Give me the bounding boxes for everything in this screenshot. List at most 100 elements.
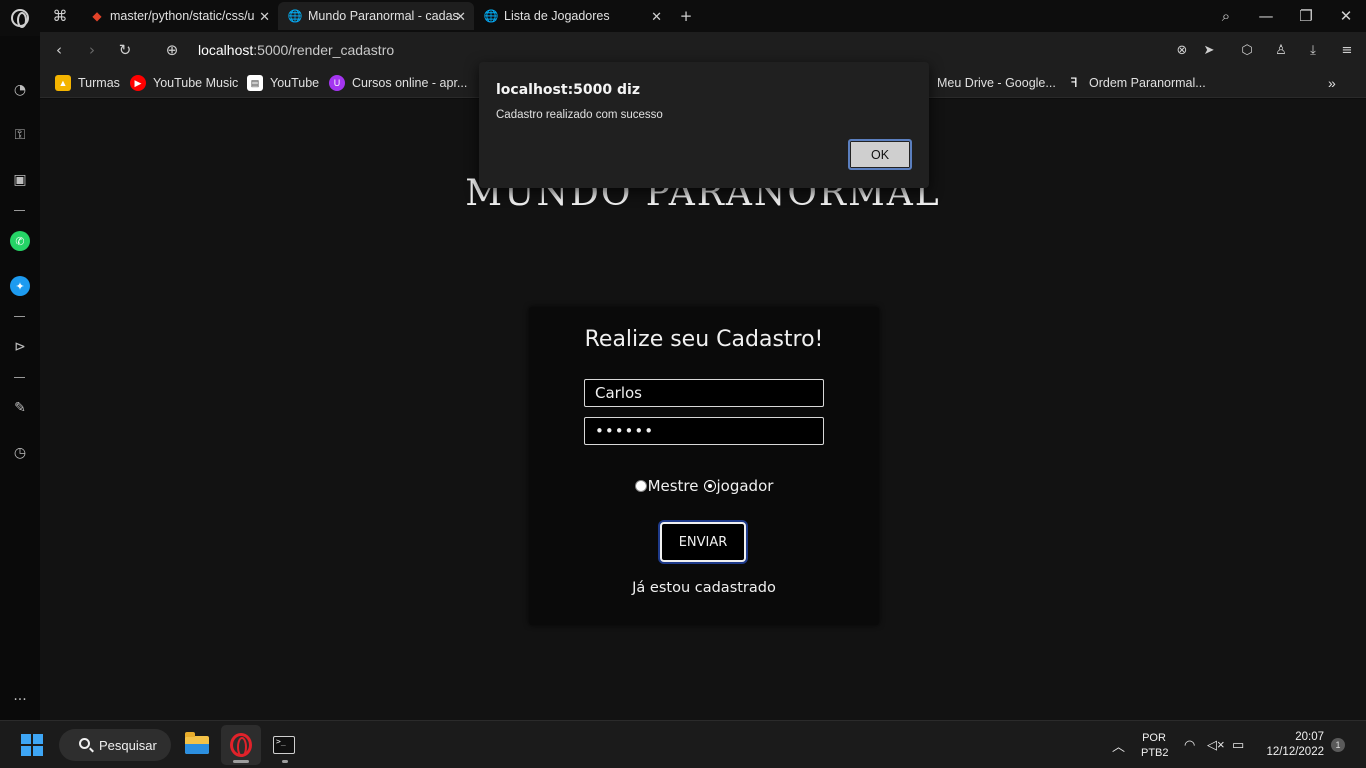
search-icon: [79, 738, 90, 749]
submit-button[interactable]: ENVIAR: [660, 522, 746, 562]
radio-jogador[interactable]: [703, 480, 716, 492]
download-icon[interactable]: ⤓: [1304, 41, 1322, 59]
game-controller-icon[interactable]: ⌘: [48, 4, 72, 28]
alert-dialog: localhost:5000 diz Cadastro realizado co…: [479, 62, 929, 188]
speed-dial-icon[interactable]: ◔: [10, 80, 30, 100]
more-icon[interactable]: ···: [10, 690, 30, 710]
cube-icon[interactable]: ⬡: [1238, 41, 1256, 59]
bookmark-ordem-paranormal[interactable]: ꟻ Ordem Paranormal...: [1066, 74, 1206, 92]
volume-muted-icon[interactable]: ◁×: [1207, 721, 1225, 768]
radio-label-mestre: Mestre: [647, 477, 699, 495]
language-indicator[interactable]: POR PTB2: [1141, 731, 1169, 761]
clock[interactable]: 20:07 12/12/2022: [1262, 730, 1324, 760]
bookmark-youtube-music[interactable]: ▶ YouTube Music: [130, 74, 238, 92]
restore-icon[interactable]: ❐: [1294, 4, 1318, 28]
tab-mundo-paranormal[interactable]: 🌐 Mundo Paranormal - cadas ✕: [278, 2, 474, 30]
history-icon[interactable]: ◷: [10, 443, 30, 463]
radio-mestre[interactable]: [634, 480, 647, 492]
keyboard-layout: PTB2: [1141, 747, 1169, 759]
new-tab-icon[interactable]: +: [674, 4, 698, 28]
tab-title: Lista de Jogadores: [504, 9, 610, 23]
bookmark-label: YouTube Music: [153, 76, 239, 90]
battery-icon[interactable]: ▭: [1232, 721, 1244, 768]
chevron-up-icon[interactable]: ︿: [1112, 721, 1125, 768]
login-link[interactable]: Já estou cadastrado: [529, 580, 879, 596]
bookmark-label: Cursos online - apr...: [352, 76, 468, 90]
url-path: :5000/render_cadastro: [253, 42, 395, 58]
tab-gitlab[interactable]: ◆ master/python/static/css/u ✕: [80, 2, 278, 30]
close-icon[interactable]: ✕: [259, 9, 270, 25]
twitch-icon[interactable]: ▣: [10, 170, 30, 190]
file-explorer-app[interactable]: [177, 725, 217, 765]
bookmark-turmas[interactable]: ▲ Turmas: [55, 74, 120, 92]
profile-icon[interactable]: ♙: [1272, 41, 1290, 59]
language-code: POR: [1142, 732, 1166, 744]
windows-start-icon[interactable]: [21, 734, 43, 756]
minimize-icon[interactable]: —: [1254, 4, 1278, 28]
sidebar-divider: [14, 377, 25, 378]
back-icon[interactable]: ‹: [49, 40, 69, 60]
name-input[interactable]: Carlos: [584, 379, 824, 407]
bookmark-label: YouTube: [270, 76, 320, 90]
bookmark-label: Ordem Paranormal...: [1089, 76, 1206, 90]
classroom-icon: ▲: [55, 75, 71, 91]
bookmark-cursos-online[interactable]: U Cursos online - apr...: [329, 74, 467, 92]
globe-icon: 🌐: [483, 9, 499, 23]
bookmark-youtube[interactable]: ▤ YouTube: [247, 74, 319, 92]
close-icon[interactable]: ✕: [651, 9, 662, 25]
tab-title: master/python/static/css/u: [110, 9, 255, 23]
clock-date: 12/12/2022: [1266, 746, 1324, 758]
register-form: Realize seu Cadastro! Carlos •••••• Mest…: [529, 307, 879, 625]
close-window-icon[interactable]: ✕: [1334, 4, 1358, 28]
opera-app[interactable]: [221, 725, 261, 765]
sidebar-divider: [14, 210, 25, 211]
figure-icon: ꟻ: [1070, 75, 1078, 90]
sidebar-divider: [14, 316, 25, 317]
close-icon[interactable]: ✕: [455, 9, 466, 25]
bookmark-meu-drive[interactable]: Meu Drive - Google...: [937, 74, 1056, 92]
ok-button[interactable]: OK: [848, 139, 912, 170]
opera-menu-button[interactable]: [0, 0, 40, 36]
url-host: localhost: [198, 42, 254, 58]
terminal-icon: >_: [273, 736, 295, 754]
player-icon[interactable]: ⊳: [10, 337, 30, 357]
easy-setup-icon[interactable]: ≡: [1338, 41, 1356, 59]
globe-icon: ⊕: [165, 41, 179, 59]
gitlab-icon: ◆: [92, 9, 102, 23]
bookmark-label: Meu Drive - Google...: [937, 76, 1056, 90]
globe-icon: 🌐: [287, 9, 303, 23]
url-field[interactable]: localhost:5000/render_cadastro: [198, 42, 394, 58]
tab-strip: ⌘ ◆ master/python/static/css/u ✕ 🌐 Mundo…: [40, 0, 1366, 32]
whatsapp-icon[interactable]: ✆: [10, 231, 30, 251]
youtube-music-icon: ▶: [130, 75, 146, 91]
udemy-icon: U: [329, 75, 345, 91]
clock-time: 20:07: [1295, 731, 1324, 743]
ad-block-icon[interactable]: ⊗: [1173, 41, 1191, 59]
wifi-icon[interactable]: ◠: [1184, 721, 1195, 768]
running-app-indicator: [282, 760, 288, 763]
windows-taskbar: Pesquisar >_ ︿ POR PTB2 ◠ ◁× ▭ 20:07 12/…: [0, 720, 1366, 768]
form-heading: Realize seu Cadastro!: [584, 327, 824, 352]
role-radio-group: Mestre jogador: [529, 477, 879, 495]
bag-icon[interactable]: ⚿: [10, 125, 30, 145]
terminal-app[interactable]: >_: [264, 725, 304, 765]
folder-icon: [185, 732, 209, 754]
active-app-indicator: [233, 760, 249, 763]
notification-badge[interactable]: 1: [1331, 738, 1345, 752]
reload-icon[interactable]: ↻: [115, 40, 135, 60]
tab-lista-jogadores[interactable]: 🌐 Lista de Jogadores ✕: [474, 2, 670, 30]
taskbar-search[interactable]: Pesquisar: [59, 729, 171, 761]
forward-icon[interactable]: ›: [82, 40, 102, 60]
password-input[interactable]: ••••••: [584, 417, 824, 445]
web-page: MUNDO PARANORMAL Realize seu Cadastro! C…: [40, 99, 1366, 720]
document-icon: ▤: [247, 75, 263, 91]
search-tabs-icon[interactable]: ⌕: [1214, 4, 1238, 28]
dialog-title: localhost:5000 diz: [496, 82, 640, 98]
opera-sidebar: ◔ ⚿ ▣ ✆ ✦ ⊳ ✎ ◷ ···: [0, 36, 40, 720]
twitter-icon[interactable]: ✦: [10, 276, 30, 296]
dialog-message: Cadastro realizado com sucesso: [496, 109, 663, 121]
pinboard-icon[interactable]: ✎: [10, 398, 30, 418]
send-icon[interactable]: ➤: [1200, 41, 1218, 59]
more-bookmarks-icon[interactable]: »: [1328, 74, 1336, 92]
search-label: Pesquisar: [99, 737, 157, 753]
